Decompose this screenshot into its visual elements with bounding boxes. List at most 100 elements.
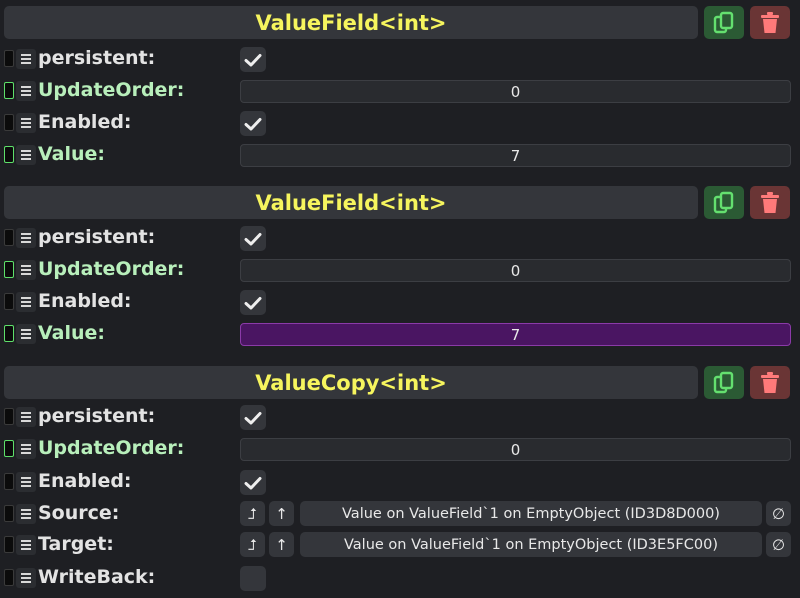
- field-row-writeback: WriteBack:: [0, 562, 800, 594]
- duplicate-icon: [713, 11, 734, 33]
- checkmark-icon: [244, 296, 262, 309]
- field-pin[interactable]: [4, 536, 14, 553]
- field-row-persistent: persistent:: [0, 43, 800, 75]
- checkmark-icon: [244, 53, 262, 66]
- value-input[interactable]: 7: [240, 144, 791, 167]
- updateorder-input[interactable]: 0: [240, 438, 791, 461]
- field-row-enabled: Enabled:: [0, 286, 800, 318]
- null-icon: ∅: [771, 504, 786, 523]
- enabled-checkbox[interactable]: [240, 111, 266, 136]
- clear-reference-button[interactable]: ∅: [766, 501, 791, 526]
- field-row-source: Source: ⮥ ↑ Value on ValueField`1 on Emp…: [0, 498, 800, 530]
- field-row-target: Target: ⮥ ↑ Value on ValueField`1 on Emp…: [0, 529, 800, 561]
- field-pin[interactable]: [4, 50, 14, 67]
- updateorder-input[interactable]: 0: [240, 80, 791, 103]
- checkmark-icon: [244, 411, 262, 424]
- checkmark-icon: [244, 476, 262, 489]
- jump-to-button[interactable]: ⮥: [240, 501, 265, 526]
- jump-to-button[interactable]: ⮥: [240, 532, 265, 557]
- field-row-updateorder: UpdateOrder: 0: [0, 75, 800, 107]
- enabled-checkbox[interactable]: [240, 290, 266, 315]
- open-inspector-button[interactable]: ↑: [269, 501, 294, 526]
- field-row-enabled: Enabled:: [0, 466, 800, 498]
- field-pin[interactable]: [4, 229, 14, 246]
- target-reference-field[interactable]: Value on ValueField`1 on EmptyObject (ID…: [300, 532, 762, 557]
- field-pin[interactable]: [4, 505, 14, 522]
- duplicate-icon: [713, 191, 734, 213]
- field-label: UpdateOrder:: [38, 258, 185, 280]
- drag-handle-icon[interactable]: [16, 407, 36, 427]
- field-row-persistent: persistent:: [0, 222, 800, 254]
- drag-handle-icon[interactable]: [16, 292, 36, 312]
- component-header[interactable]: ValueField<int>: [4, 186, 698, 219]
- trash-icon: [761, 191, 779, 213]
- field-pin[interactable]: [4, 440, 14, 457]
- component-title: ValueField<int>: [255, 190, 447, 215]
- field-label: persistent:: [38, 405, 156, 427]
- drag-handle-icon[interactable]: [16, 324, 36, 344]
- field-label: UpdateOrder:: [38, 79, 185, 101]
- persistent-checkbox[interactable]: [240, 226, 266, 251]
- persistent-checkbox[interactable]: [240, 405, 266, 430]
- writeback-checkbox[interactable]: [240, 566, 266, 591]
- drag-handle-icon[interactable]: [16, 439, 36, 459]
- field-pin[interactable]: [4, 114, 14, 131]
- trash-icon: [761, 371, 779, 393]
- component-header[interactable]: ValueField<int>: [4, 6, 698, 39]
- field-label: Enabled:: [38, 470, 132, 492]
- drag-handle-icon[interactable]: [16, 568, 36, 588]
- field-label: persistent:: [38, 226, 156, 248]
- up-arrow-icon: ↑: [275, 504, 288, 523]
- jump-to-icon: ⮥: [248, 535, 257, 554]
- clear-reference-button[interactable]: ∅: [766, 532, 791, 557]
- open-inspector-button[interactable]: ↑: [269, 532, 294, 557]
- field-label: Source:: [38, 502, 120, 524]
- field-pin[interactable]: [4, 82, 14, 99]
- checkmark-icon: [244, 232, 262, 245]
- null-icon: ∅: [771, 535, 786, 554]
- delete-button[interactable]: [750, 186, 790, 219]
- drag-handle-icon[interactable]: [16, 113, 36, 133]
- field-pin[interactable]: [4, 473, 14, 490]
- duplicate-button[interactable]: [704, 6, 744, 39]
- duplicate-icon: [713, 371, 734, 393]
- up-arrow-icon: ↑: [275, 535, 288, 554]
- field-label: Enabled:: [38, 290, 132, 312]
- field-pin[interactable]: [4, 146, 14, 163]
- field-label: Value:: [38, 143, 106, 165]
- field-pin[interactable]: [4, 569, 14, 586]
- field-label: UpdateOrder:: [38, 437, 185, 459]
- drag-handle-icon[interactable]: [16, 472, 36, 492]
- component-header[interactable]: ValueCopy<int>: [4, 366, 698, 399]
- field-label: WriteBack:: [38, 566, 156, 588]
- updateorder-input[interactable]: 0: [240, 259, 791, 282]
- drag-handle-icon[interactable]: [16, 260, 36, 280]
- delete-button[interactable]: [750, 6, 790, 39]
- enabled-checkbox[interactable]: [240, 470, 266, 495]
- field-label: Value:: [38, 322, 106, 344]
- field-pin[interactable]: [4, 325, 14, 342]
- jump-to-icon: ⮥: [248, 504, 257, 523]
- field-label: Enabled:: [38, 111, 132, 133]
- duplicate-button[interactable]: [704, 366, 744, 399]
- field-row-value: Value: 7: [0, 318, 800, 350]
- drag-handle-icon[interactable]: [16, 145, 36, 165]
- field-pin[interactable]: [4, 408, 14, 425]
- field-row-value: Value: 7: [0, 139, 800, 171]
- drag-handle-icon[interactable]: [16, 49, 36, 69]
- drag-handle-icon[interactable]: [16, 81, 36, 101]
- drag-handle-icon[interactable]: [16, 535, 36, 555]
- field-pin[interactable]: [4, 293, 14, 310]
- source-reference-field[interactable]: Value on ValueField`1 on EmptyObject (ID…: [300, 501, 762, 526]
- field-row-persistent: persistent:: [0, 401, 800, 433]
- field-row-updateorder: UpdateOrder: 0: [0, 433, 800, 465]
- drag-handle-icon[interactable]: [16, 228, 36, 248]
- drag-handle-icon[interactable]: [16, 504, 36, 524]
- delete-button[interactable]: [750, 366, 790, 399]
- value-input-highlighted[interactable]: 7: [240, 323, 791, 346]
- persistent-checkbox[interactable]: [240, 47, 266, 72]
- component-title: ValueCopy<int>: [255, 370, 447, 395]
- trash-icon: [761, 11, 779, 33]
- field-pin[interactable]: [4, 261, 14, 278]
- duplicate-button[interactable]: [704, 186, 744, 219]
